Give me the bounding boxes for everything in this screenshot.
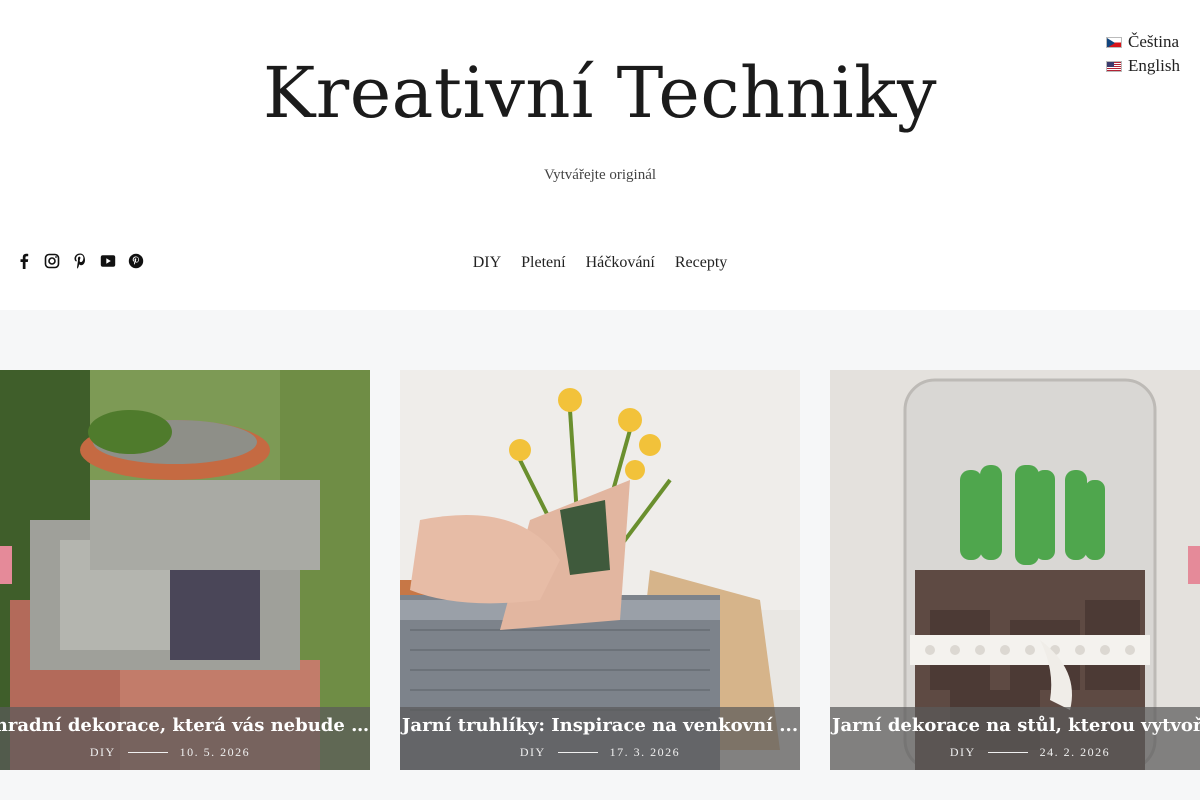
slider-next-button[interactable] [1188,546,1200,584]
card-title[interactable]: Jarní truhlíky: Inspirace na venkovní ..… [400,707,800,736]
meta-divider [987,752,1028,753]
site-tagline: Vytvářejte originál [543,167,657,183]
slide-card[interactable]: Jarní dekorace na stůl, kterou vytvoří..… [830,370,1200,770]
card-caption: Jarní dekorace na stůl, kterou vytvoří..… [830,707,1200,770]
card-category[interactable]: DIY [520,745,546,760]
card-category[interactable]: DIY [950,745,976,760]
nav-item-hackovani[interactable]: Háčkování [586,254,655,272]
card-date: 24. 2. 2026 [1039,745,1111,759]
card-caption: Jarní truhlíky: Inspirace na venkovní ..… [400,707,800,770]
card-caption: Zahradní dekorace, která vás nebude st..… [0,707,370,770]
meta-divider [557,752,598,753]
card-category[interactable]: DIY [90,745,116,760]
language-option-cs[interactable]: Čeština [1106,32,1180,52]
card-title[interactable]: Zahradní dekorace, která vás nebude st..… [0,707,370,736]
card-title[interactable]: Jarní dekorace na stůl, kterou vytvoří..… [830,707,1200,736]
meta-divider [127,752,168,753]
nav-item-recepty[interactable]: Recepty [675,254,727,272]
card-date: 17. 3. 2026 [609,745,681,759]
card-meta: DIY 24. 2. 2026 [830,745,1200,760]
language-label: Čeština [1128,32,1180,51]
cz-flag-icon [1106,36,1123,48]
card-meta: DIY 17. 3. 2026 [400,745,800,760]
nav-item-pleteni[interactable]: Pletení [521,254,565,272]
site-title[interactable]: Kreativní Techniky [0,52,1200,134]
slide-card[interactable]: Jarní truhlíky: Inspirace na venkovní ..… [400,370,800,770]
card-meta: DIY 10. 5. 2026 [0,745,370,760]
main-navigation: DIY Pletení Háčkování Recepty [0,254,1200,272]
slider-prev-button[interactable] [0,546,12,584]
featured-slider: Zahradní dekorace, která vás nebude st..… [0,310,1200,800]
slide-card[interactable]: Zahradní dekorace, která vás nebude st..… [0,370,370,770]
nav-item-diy[interactable]: DIY [473,254,501,272]
card-date: 10. 5. 2026 [179,745,251,759]
